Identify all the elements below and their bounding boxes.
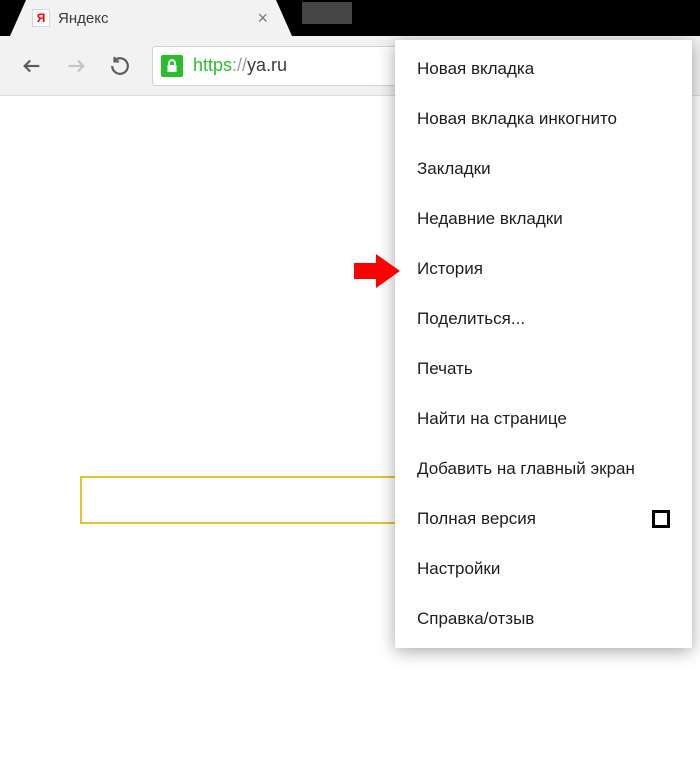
menu-item-add-to-homescreen[interactable]: Добавить на главный экран: [395, 444, 692, 494]
menu-item-new-incognito-tab[interactable]: Новая вкладка инкогнито: [395, 94, 692, 144]
menu-item-recent-tabs[interactable]: Недавние вкладки: [395, 194, 692, 244]
menu-item-share[interactable]: Поделиться...: [395, 294, 692, 344]
menu-item-label: Добавить на главный экран: [417, 459, 635, 479]
tab-title: Яндекс: [58, 10, 108, 27]
menu-item-desktop-site[interactable]: Полная версия: [395, 494, 692, 544]
menu-item-bookmarks[interactable]: Закладки: [395, 144, 692, 194]
menu-item-label: Новая вкладка инкогнито: [417, 109, 617, 129]
app-switcher-chip: [302, 2, 352, 24]
browser-tab[interactable]: Я Яндекс ×: [10, 0, 292, 36]
url-sep: ://: [232, 55, 247, 75]
menu-item-label: Новая вкладка: [417, 59, 534, 79]
forward-button: [54, 44, 98, 88]
menu-item-help-feedback[interactable]: Справка/отзыв: [395, 594, 692, 644]
back-button[interactable]: [10, 44, 54, 88]
menu-item-history[interactable]: История: [395, 244, 692, 294]
url-host: ya.ru: [247, 55, 287, 75]
menu-item-label: Закладки: [417, 159, 491, 179]
menu-item-label: Найти на странице: [417, 409, 567, 429]
annotation-arrow-icon: [354, 254, 400, 293]
desktop-site-checkbox[interactable]: [652, 510, 670, 528]
menu-item-label: Настройки: [417, 559, 500, 579]
menu-item-label: Печать: [417, 359, 473, 379]
url-scheme: https: [193, 55, 232, 75]
menu-item-print[interactable]: Печать: [395, 344, 692, 394]
lock-icon: [161, 55, 183, 77]
close-tab-icon[interactable]: ×: [257, 9, 268, 27]
menu-item-label: Недавние вкладки: [417, 209, 563, 229]
browser-menu: Новая вкладка Новая вкладка инкогнито За…: [395, 40, 692, 648]
yandex-favicon: Я: [32, 9, 50, 27]
menu-item-label: Справка/отзыв: [417, 609, 534, 629]
menu-item-new-tab[interactable]: Новая вкладка: [395, 44, 692, 94]
menu-item-label: История: [417, 259, 483, 279]
reload-button[interactable]: [98, 44, 142, 88]
menu-item-label: Полная версия: [417, 509, 536, 529]
menu-item-label: Поделиться...: [417, 309, 525, 329]
menu-item-find-in-page[interactable]: Найти на странице: [395, 394, 692, 444]
menu-item-settings[interactable]: Настройки: [395, 544, 692, 594]
url-text: https://ya.ru: [193, 55, 287, 76]
